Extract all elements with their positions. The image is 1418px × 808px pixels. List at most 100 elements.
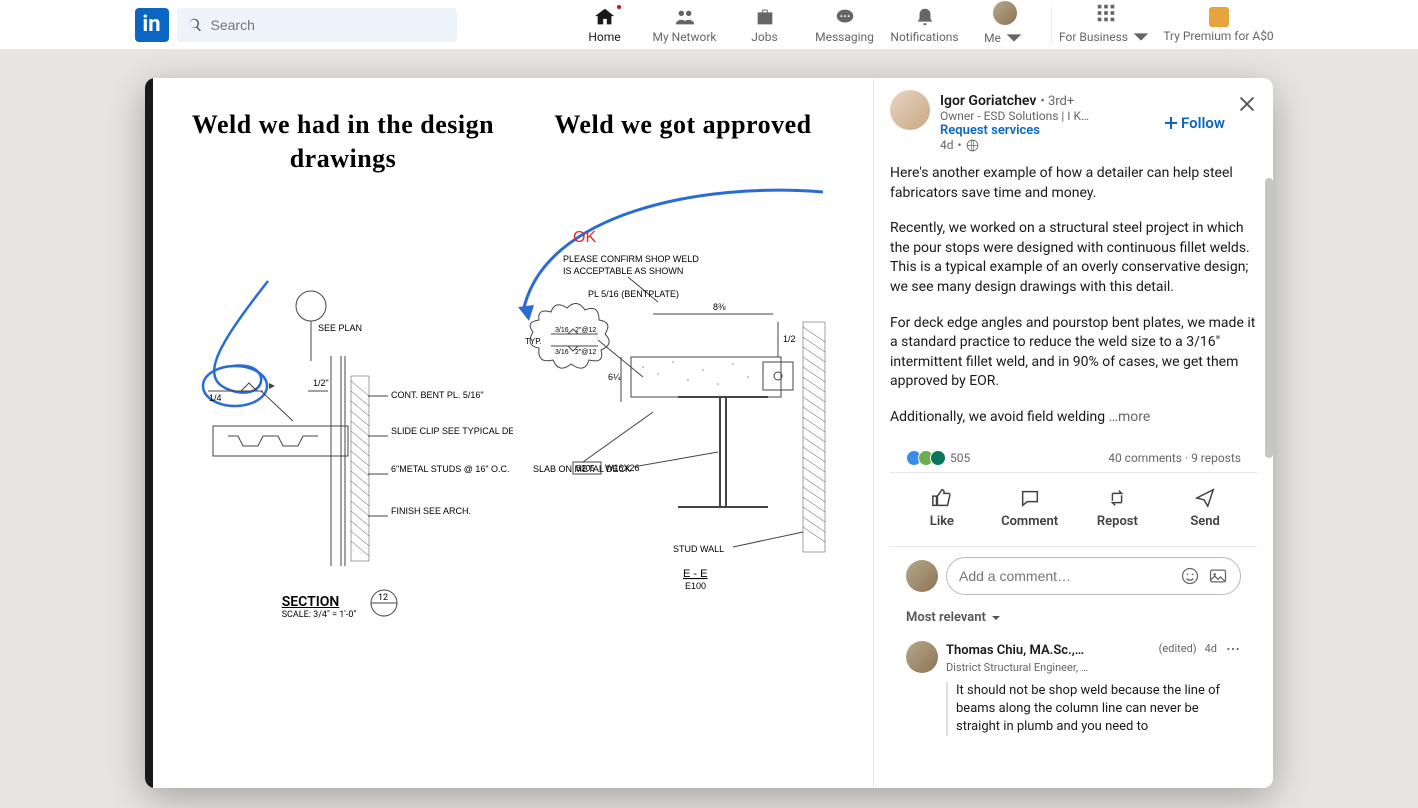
svg-text:W16X26: W16X26 [605, 463, 640, 473]
author-avatar[interactable] [890, 90, 930, 130]
nav-premium[interactable]: Try Premium for A$0 [1154, 1, 1284, 49]
plus-icon [1163, 115, 1179, 131]
user-avatar[interactable] [906, 560, 938, 592]
comment-item: Thomas Chiu, MA.Sc.,… (edited) 4d Distri… [890, 637, 1257, 741]
send-button[interactable]: Send [1161, 477, 1249, 541]
post-body: Here's another example of how a detailer… [874, 164, 1273, 788]
send-icon [1194, 487, 1216, 509]
nav-home[interactable]: Home [565, 1, 645, 49]
chevron-down-icon [990, 612, 1002, 624]
comment-button[interactable]: Comment [986, 477, 1074, 541]
nav-label: My Network [653, 30, 717, 44]
comment-time: 4d [1205, 641, 1217, 656]
linkedin-logo[interactable]: in [135, 8, 169, 42]
comment-text: It should not be shop weld because the l… [946, 682, 1241, 737]
nav-network[interactable]: My Network [645, 1, 725, 49]
more-icon[interactable] [1225, 641, 1241, 657]
action-row: Like Comment Repost Send [890, 473, 1257, 546]
like-button[interactable]: Like [898, 477, 986, 541]
svg-text:CONT. BENT PL. 5/16": CONT. BENT PL. 5/16" [391, 390, 484, 400]
premium-icon [1209, 7, 1229, 27]
reaction-icon [930, 450, 946, 466]
svg-text:PL 5/16 (BENTPLATE): PL 5/16 (BENTPLATE) [588, 289, 679, 299]
svg-text:E100: E100 [685, 581, 706, 591]
nav-label: For Business [1059, 30, 1128, 44]
image-left-title: Weld we had in the design drawings [173, 108, 513, 176]
author-name[interactable]: Igor Goriatchev [940, 93, 1036, 109]
nav-business[interactable]: For Business [1058, 1, 1154, 49]
search-input[interactable] [211, 17, 411, 33]
scale-label: SCALE: 3/4" = 1'-0" [282, 610, 357, 620]
image-right-title: Weld we got approved [554, 108, 811, 142]
svg-text:E - E: E - E [683, 568, 707, 580]
nav-me[interactable]: Me [965, 1, 1045, 49]
svg-text:3/16: 3/16 [555, 349, 569, 356]
post-paragraph: Recently, we worked on a structural stee… [890, 219, 1257, 297]
svg-text:8⅜: 8⅜ [713, 302, 726, 312]
post-paragraph: For deck edge angles and pourstop bent p… [890, 314, 1257, 392]
svg-text:TYP.: TYP. [525, 337, 542, 346]
comment-input-wrap[interactable] [946, 557, 1241, 595]
search-bar[interactable] [177, 8, 457, 42]
home-icon [594, 6, 616, 28]
svg-text:2"@12: 2"@12 [575, 349, 596, 356]
messaging-icon [834, 6, 856, 28]
comment-input[interactable] [959, 568, 1172, 584]
search-icon [187, 17, 203, 33]
chevron-down-icon [1130, 26, 1152, 48]
avatar-icon [993, 1, 1017, 25]
svg-text:IS ACCEPTABLE AS SHOWN: IS ACCEPTABLE AS SHOWN [563, 266, 683, 276]
emoji-icon[interactable] [1180, 566, 1200, 586]
nav-messaging[interactable]: Messaging [805, 1, 885, 49]
see-more-link[interactable]: …more [1109, 409, 1151, 425]
svg-text:3/16: 3/16 [555, 327, 569, 334]
nav-label: Me [984, 31, 1001, 45]
post-detail-pane: Igor Goriatchev • 3rd+ Owner - ESD Solut… [873, 78, 1273, 788]
post-header: Igor Goriatchev • 3rd+ Owner - ESD Solut… [874, 78, 1273, 164]
svg-text:SEE PLAN: SEE PLAN [318, 323, 362, 333]
home-badge [615, 3, 623, 11]
grid-icon [1095, 2, 1117, 24]
close-icon [1236, 93, 1258, 115]
left-drawing: SEE PLAN 1/4 1/2" [173, 196, 513, 576]
bell-icon [914, 6, 936, 28]
svg-text:12: 12 [378, 593, 388, 603]
comments-link[interactable]: 40 comments [1108, 451, 1182, 465]
nav-divider [1051, 7, 1052, 43]
like-icon [931, 487, 953, 509]
svg-text:1/4: 1/4 [209, 393, 222, 403]
sort-dropdown[interactable]: Most relevant [890, 605, 1257, 637]
reposts-link[interactable]: 9 reposts [1191, 451, 1241, 465]
follow-button[interactable]: Follow [1163, 114, 1225, 132]
post-modal: Weld we had in the design drawings SEE P… [145, 78, 1273, 788]
author-degree: • 3rd+ [1040, 94, 1074, 109]
svg-text:FINISH SEE ARCH.: FINISH SEE ARCH. [391, 506, 471, 516]
section-bubble: 12 [364, 588, 404, 618]
social-bar: 505 40 comments · 9 reposts [890, 444, 1257, 474]
top-nav: in Home My Network Jobs Messaging Notifi… [0, 0, 1418, 50]
nav-notifications[interactable]: Notifications [885, 1, 965, 49]
globe-icon [966, 139, 979, 152]
reaction-count: 505 [950, 450, 970, 467]
post-paragraph: Additionally, we avoid field welding …mo… [890, 408, 1257, 428]
section-label: SECTION [282, 594, 357, 610]
nav-label: Notifications [890, 30, 958, 44]
reactions[interactable]: 505 [906, 450, 970, 467]
svg-text:SLIDE CLIP SEE TYPICAL DETAIL: SLIDE CLIP SEE TYPICAL DETAIL [391, 426, 513, 436]
comment-icon [1019, 487, 1041, 509]
commenter-avatar[interactable] [906, 641, 938, 673]
jobs-icon [754, 6, 776, 28]
svg-text:1/2": 1/2" [313, 378, 329, 388]
post-paragraph: Here's another example of how a detailer… [890, 164, 1257, 203]
svg-text:PLEASE CONFIRM SHOP WELD: PLEASE CONFIRM SHOP WELD [563, 254, 699, 264]
svg-text:B205: B205 [576, 464, 595, 473]
svg-text:6¼: 6¼ [608, 372, 621, 382]
close-button[interactable] [1233, 90, 1261, 118]
nav-label: Home [588, 30, 620, 44]
image-icon[interactable] [1208, 566, 1228, 586]
nav-jobs[interactable]: Jobs [725, 1, 805, 49]
svg-text:OK: OK [573, 229, 596, 246]
comment-edited: (edited) [1159, 641, 1197, 656]
commenter-name[interactable]: Thomas Chiu, MA.Sc.,… [946, 643, 1084, 658]
repost-button[interactable]: Repost [1074, 477, 1162, 541]
